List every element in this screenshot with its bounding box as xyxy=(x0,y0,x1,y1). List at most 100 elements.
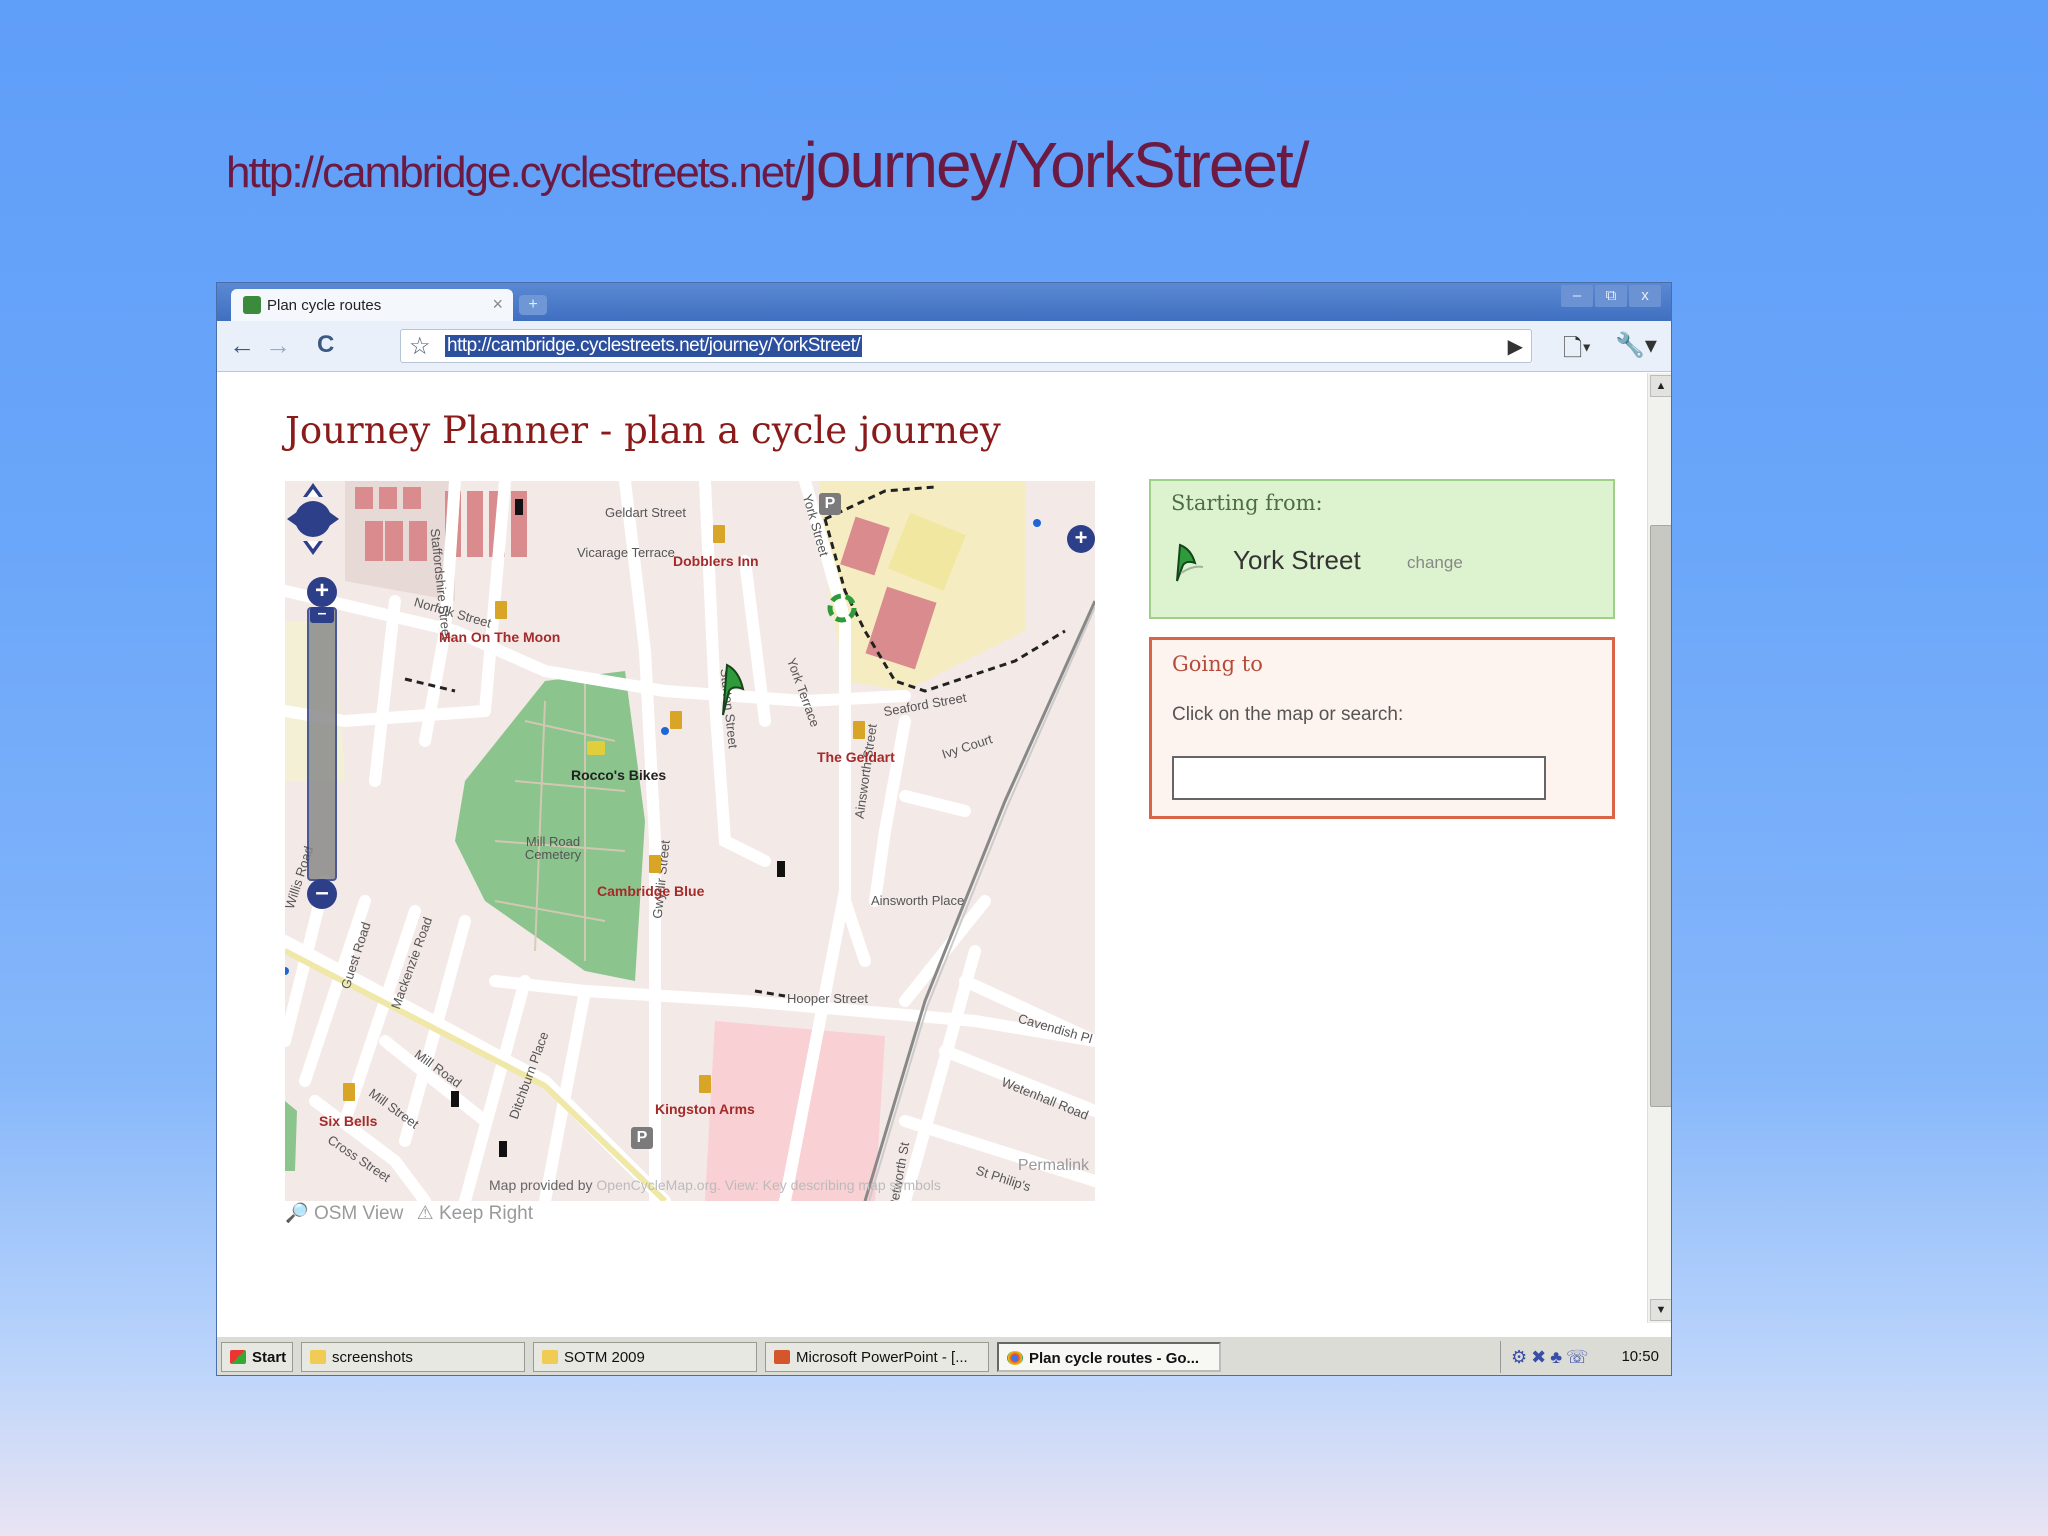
going-to-hint: Click on the map or search: xyxy=(1172,704,1404,725)
zoom-out-button[interactable]: – xyxy=(307,879,337,909)
new-tab-button[interactable]: + xyxy=(519,295,547,315)
poi-label: Rocco's Bikes xyxy=(571,767,667,783)
taskbar-item-label: SOTM 2009 xyxy=(564,1349,645,1366)
starting-from-heading: Starting from: xyxy=(1171,491,1323,515)
taskbar-item-screenshots[interactable]: screenshots xyxy=(301,1342,525,1372)
tab-strip: Plan cycle routes × + – ⧉ x xyxy=(217,283,1671,321)
street-label: Geldart Street xyxy=(605,505,686,520)
taskbar-item-label: screenshots xyxy=(332,1349,413,1366)
street-label: Ainsworth Place xyxy=(871,893,965,908)
scroll-up-arrow-icon[interactable]: ▲ xyxy=(1650,375,1671,397)
page-title: Journey Planner - plan a cycle journey xyxy=(285,409,1001,452)
page-content: Journey Planner - plan a cycle journey G… xyxy=(235,373,1633,1323)
taskbar-item-powerpoint[interactable]: Microsoft PowerPoint - [... xyxy=(765,1342,989,1372)
place-of-worship-icon xyxy=(499,1141,507,1157)
poi-label: Dobblers Inn xyxy=(673,553,759,569)
zoom-slider-handle[interactable]: – xyxy=(310,606,334,623)
folder-icon xyxy=(542,1350,558,1364)
poi-label: Six Bells xyxy=(319,1113,378,1129)
place-of-worship-icon xyxy=(451,1091,459,1107)
tab-plan-cycle-routes[interactable]: Plan cycle routes × xyxy=(231,289,513,321)
taskbar-item-label: Plan cycle routes - Go... xyxy=(1029,1350,1200,1367)
change-start-link[interactable]: change xyxy=(1407,553,1463,573)
windows-taskbar: Start screenshots SOTM 2009 Microsoft Po… xyxy=(217,1335,1671,1375)
address-url[interactable]: http://cambridge.cyclestreets.net/journe… xyxy=(445,335,863,357)
restore-button[interactable]: ⧉ xyxy=(1595,285,1627,307)
tab-close-icon[interactable]: × xyxy=(492,294,503,315)
pub-icon xyxy=(853,721,865,739)
pub-icon xyxy=(495,601,507,619)
pub-icon xyxy=(670,711,682,729)
cyclestreets-favicon-icon xyxy=(243,296,261,314)
permalink-link[interactable]: Permalink xyxy=(1018,1157,1089,1175)
pub-icon xyxy=(649,855,661,873)
close-window-button[interactable]: x xyxy=(1629,285,1661,307)
scrollbar-thumb[interactable] xyxy=(1650,525,1671,1107)
tray-icons[interactable]: ⚙✖♣☏ xyxy=(1511,1341,1593,1373)
parking-icon: P xyxy=(819,493,841,515)
back-arrow-icon[interactable]: ← xyxy=(229,332,255,358)
system-tray: ⚙✖♣☏ 10:50 xyxy=(1500,1341,1671,1373)
start-place-name: York Street xyxy=(1233,545,1361,575)
street-label: Mill Road Cemetery xyxy=(524,834,582,862)
window-controls: – ⧉ x xyxy=(1559,285,1661,307)
recycling-icon xyxy=(827,593,857,623)
pub-icon xyxy=(699,1075,711,1093)
going-to-heading: Going to xyxy=(1172,652,1263,676)
parking-icon: P xyxy=(631,1127,653,1149)
slide-title: http://cambridge.cyclestreets.net/journe… xyxy=(226,128,1310,208)
pan-control-icon[interactable] xyxy=(285,481,341,557)
forward-arrow-icon[interactable]: → xyxy=(265,332,291,358)
map-tool-links: 🔎 OSM View ⚠ Keep Right xyxy=(285,1201,575,1227)
page-menu-icon[interactable]: 🗋▾ xyxy=(1563,331,1591,372)
route-map[interactable]: Geldart Street Vicarage Terrace Norfolk … xyxy=(285,481,1095,1201)
green-flag-icon xyxy=(1176,543,1204,582)
street-label: Vicarage Terrace xyxy=(577,545,675,560)
place-of-worship-icon xyxy=(515,499,523,515)
start-label: Start xyxy=(252,1349,287,1366)
place-of-worship-icon xyxy=(777,861,785,877)
poi-label: The Geldart xyxy=(817,749,895,765)
address-bar[interactable]: ☆ http://cambridge.cyclestreets.net/jour… xyxy=(400,329,1532,363)
chrome-icon xyxy=(1007,1351,1023,1365)
clock: 10:50 xyxy=(1621,1348,1659,1365)
start-button[interactable]: Start xyxy=(221,1342,293,1372)
keep-right-icon: ⚠ xyxy=(416,1203,434,1224)
reload-icon[interactable]: C xyxy=(317,332,334,358)
browser-window: Plan cycle routes × + – ⧉ x ← → C ☆ http:/… xyxy=(216,282,1672,1376)
folder-icon xyxy=(310,1350,326,1364)
map-canvas xyxy=(285,481,1095,1201)
slide-title-path: journey/YorkStreet/ xyxy=(803,129,1310,201)
keep-right-link[interactable]: Keep Right xyxy=(439,1203,533,1224)
layer-switcher-button[interactable]: + xyxy=(1067,525,1095,553)
browser-toolbar: ← → C ☆ http://cambridge.cyclestreets.ne… xyxy=(217,321,1671,372)
bookmark-star-icon[interactable]: ☆ xyxy=(409,332,431,361)
attribution-prefix: Map provided by xyxy=(489,1177,597,1193)
poi-label: Man On The Moon xyxy=(439,629,561,645)
go-arrow-icon[interactable]: ▶ xyxy=(1508,334,1523,359)
bike-shop-icon xyxy=(587,741,605,755)
destination-search-input[interactable] xyxy=(1172,756,1546,800)
start-flag-icon xyxy=(722,663,745,716)
scroll-down-arrow-icon[interactable]: ▼ xyxy=(1650,1299,1671,1321)
map-attribution: Map provided by OpenCycleMap.org. View: … xyxy=(489,1177,941,1193)
vertical-scrollbar[interactable]: ▲ ▼ xyxy=(1647,373,1671,1323)
zoom-in-button[interactable]: + xyxy=(307,577,337,607)
attribution-link[interactable]: OpenCycleMap.org. View: Key describing m… xyxy=(596,1177,940,1193)
powerpoint-icon xyxy=(774,1350,790,1364)
osm-view-icon: 🔎 xyxy=(285,1203,309,1224)
taskbar-item-sotm[interactable]: SOTM 2009 xyxy=(533,1342,757,1372)
wrench-menu-icon[interactable]: 🔧▾ xyxy=(1615,331,1657,360)
going-to-panel: Going to Click on the map or search: xyxy=(1149,637,1615,819)
pub-icon xyxy=(713,525,725,543)
slide-title-prefix: http://cambridge.cyclestreets.net/ xyxy=(226,148,806,197)
poi-label: Kingston Arms xyxy=(655,1101,755,1117)
tab-title: Plan cycle routes xyxy=(267,297,382,314)
pub-icon xyxy=(343,1083,355,1101)
taskbar-item-chrome[interactable]: Plan cycle routes - Go... xyxy=(997,1342,1221,1372)
osm-view-link[interactable]: OSM View xyxy=(314,1203,403,1224)
street-label: Hooper Street xyxy=(787,991,868,1006)
windows-logo-icon xyxy=(230,1350,246,1364)
zoom-slider[interactable] xyxy=(307,607,337,881)
minimize-button[interactable]: – xyxy=(1561,285,1593,307)
